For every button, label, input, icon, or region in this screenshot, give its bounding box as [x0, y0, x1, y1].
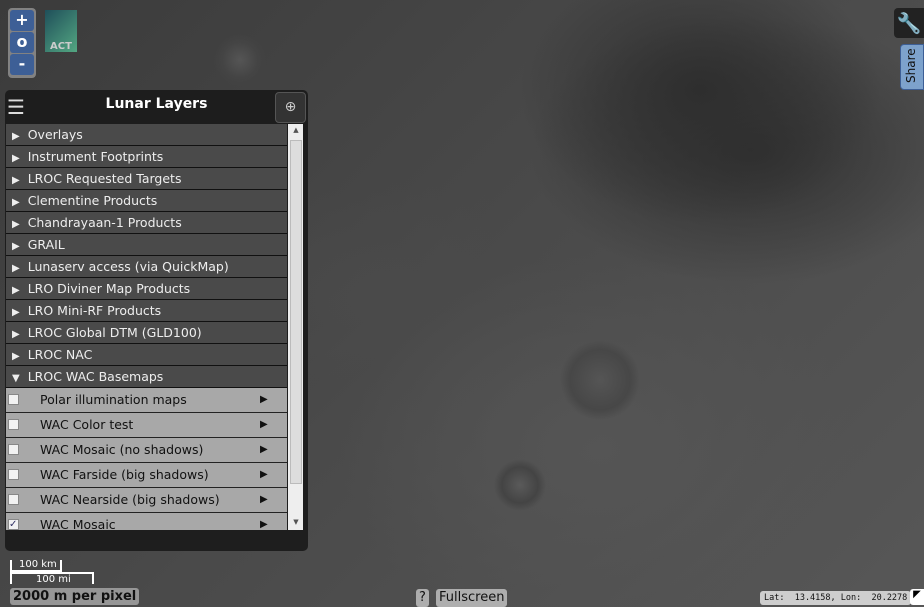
layer-group-label: Lunaserv access (via QuickMap) — [27, 259, 229, 274]
scale-bar: 100 km 100 mi — [10, 560, 94, 585]
scroll-down-icon[interactable]: ▼ — [288, 518, 303, 526]
layer-group-label: Clementine Products — [27, 193, 158, 208]
scrollbar[interactable]: ▲ ▼ — [288, 124, 303, 530]
layer-group[interactable]: ▶ LROC NAC — [6, 344, 287, 366]
layer-group-label: Chandrayaan-1 Products — [27, 215, 182, 230]
basemap-label: WAC Farside (big shadows) — [40, 467, 209, 482]
layer-group[interactable]: ▶ LRO Mini-RF Products — [6, 300, 287, 322]
layer-group-label: GRAIL — [27, 237, 65, 252]
expand-arrow-icon[interactable]: ▶ — [260, 438, 268, 461]
zoom-in-button[interactable]: + — [10, 10, 34, 31]
collapsed-arrow-icon: ▶ — [12, 285, 20, 296]
basemap-item[interactable]: WAC Nearside (big shadows) ▶ — [6, 488, 287, 513]
layer-group-label: LROC WAC Basemaps — [27, 369, 164, 384]
layer-group-label: LROC Global DTM (GLD100) — [27, 325, 202, 340]
resolution-label: 2000 m per pixel — [10, 588, 140, 605]
layer-group-label: Overlays — [27, 127, 83, 142]
expanded-arrow-icon: ▼ — [12, 373, 20, 384]
layer-group[interactable]: ▶ LROC Global DTM (GLD100) — [6, 322, 287, 344]
logo-text: ACT — [50, 41, 72, 52]
panel-title: Lunar Layers — [105, 96, 208, 112]
layer-group[interactable]: ▶ Lunaserv access (via QuickMap) — [6, 256, 287, 278]
corner-toggle-icon[interactable]: ◤ — [910, 589, 924, 605]
layer-group-label: LROC NAC — [27, 347, 93, 362]
basemap-label: WAC Mosaic — [40, 517, 116, 530]
layer-group-label: LRO Diviner Map Products — [27, 281, 191, 296]
layer-group-label: LRO Mini-RF Products — [27, 303, 162, 318]
layer-group[interactable]: ▶ GRAIL — [6, 234, 287, 256]
collapsed-arrow-icon: ▶ — [12, 175, 20, 186]
layers-panel: ☰ Lunar Layers ⊕ ▶ Overlays ▶ Instrument Fo… — [5, 90, 308, 551]
basemap-checkbox[interactable] — [8, 494, 19, 505]
wrench-icon[interactable]: 🔧 — [894, 8, 924, 38]
collapsed-arrow-icon: ▶ — [12, 219, 20, 230]
basemap-checkbox[interactable] — [8, 444, 19, 455]
expand-arrow-icon[interactable]: ▶ — [260, 513, 268, 530]
layer-group[interactable]: ▶ Overlays — [6, 124, 287, 146]
layer-group[interactable]: ▶ LRO Diviner Map Products — [6, 278, 287, 300]
scale-mi: 100 mi — [10, 572, 94, 585]
collapsed-arrow-icon: ▶ — [12, 307, 20, 318]
basemap-checkbox[interactable] — [8, 419, 19, 430]
scroll-up-icon[interactable]: ▲ — [288, 126, 303, 134]
zoom-control: + o - — [8, 8, 36, 78]
layer-group-label: LROC Requested Targets — [27, 171, 182, 186]
zoom-out-button[interactable]: - — [10, 54, 34, 75]
collapsed-arrow-icon: ▶ — [12, 131, 20, 142]
layer-group[interactable]: ▶ LROC Requested Targets — [6, 168, 287, 190]
globe-icon[interactable]: ⊕ — [275, 92, 306, 123]
share-label: Share — [904, 48, 918, 83]
zoom-reset-button[interactable]: o — [10, 32, 34, 53]
basemap-checkbox[interactable] — [8, 394, 19, 405]
act-logo: ACT — [45, 10, 77, 52]
fullscreen-button[interactable]: Fullscreen — [436, 589, 508, 607]
basemap-item[interactable]: ✓ WAC Mosaic ▶ — [6, 513, 287, 530]
collapsed-arrow-icon: ▶ — [12, 241, 20, 252]
layer-group[interactable]: ▶ Instrument Footprints — [6, 146, 287, 168]
expand-arrow-icon[interactable]: ▶ — [260, 463, 268, 486]
share-button[interactable]: Share — [900, 44, 924, 90]
layer-group[interactable]: ▶ Chandrayaan-1 Products — [6, 212, 287, 234]
scrollbar-thumb[interactable] — [290, 140, 302, 484]
basemap-label: WAC Nearside (big shadows) — [40, 492, 220, 507]
help-button[interactable]: ? — [416, 589, 429, 607]
basemap-item[interactable]: WAC Farside (big shadows) ▶ — [6, 463, 287, 488]
expand-arrow-icon[interactable]: ▶ — [260, 413, 268, 436]
layer-group[interactable]: ▼ LROC WAC Basemaps — [6, 366, 287, 388]
basemap-checkbox[interactable]: ✓ — [8, 519, 19, 530]
panel-header: ☰ Lunar Layers ⊕ — [5, 90, 308, 123]
expand-arrow-icon[interactable]: ▶ — [260, 388, 268, 411]
layer-list: ▶ Overlays ▶ Instrument Footprints ▶ LROC Req… — [6, 124, 303, 530]
collapsed-arrow-icon: ▶ — [12, 153, 20, 164]
basemap-label: WAC Mosaic (no shadows) — [40, 442, 204, 457]
basemap-item[interactable]: WAC Mosaic (no shadows) ▶ — [6, 438, 287, 463]
expand-arrow-icon[interactable]: ▶ — [260, 488, 268, 511]
basemap-item[interactable]: Polar illumination maps ▶ — [6, 388, 287, 413]
collapsed-arrow-icon: ▶ — [12, 197, 20, 208]
basemap-checkbox[interactable] — [8, 469, 19, 480]
collapsed-arrow-icon: ▶ — [12, 351, 20, 362]
collapsed-arrow-icon: ▶ — [12, 263, 20, 274]
basemap-item[interactable]: WAC Color test ▶ — [6, 413, 287, 438]
basemap-label: Polar illumination maps — [40, 392, 187, 407]
scale-km: 100 km — [10, 560, 62, 572]
basemap-label: WAC Color test — [40, 417, 134, 432]
coordinates-readout: Lat: 13.4158, Lon: 20.2278 — [760, 591, 912, 605]
layer-group-label: Instrument Footprints — [27, 149, 164, 164]
collapsed-arrow-icon: ▶ — [12, 329, 20, 340]
layer-group[interactable]: ▶ Clementine Products — [6, 190, 287, 212]
